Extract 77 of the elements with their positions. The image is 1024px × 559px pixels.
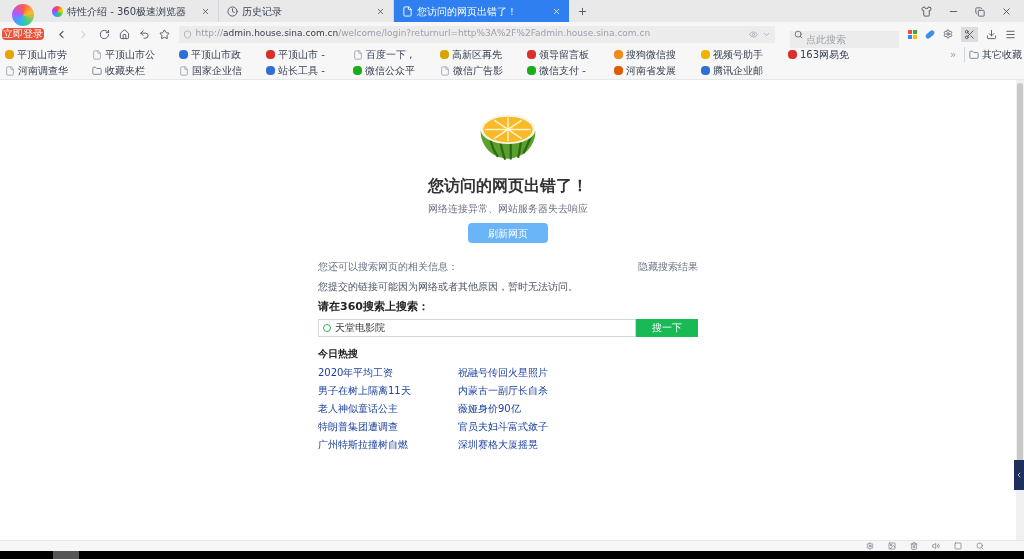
bookmark-item[interactable]: 微信支付 - bbox=[527, 63, 614, 78]
close-icon[interactable] bbox=[1001, 6, 1012, 17]
bookmark-item[interactable]: 腾讯企业邮 bbox=[701, 63, 788, 78]
error-title: 您访问的网页出错了！ bbox=[428, 175, 588, 197]
search-input[interactable]: 天堂电影院 bbox=[318, 318, 636, 337]
bookmark-item[interactable]: 平顶山市公 bbox=[92, 47, 179, 62]
page-icon bbox=[179, 65, 189, 76]
hot-search-link[interactable]: 广州特斯拉撞树自燃 bbox=[318, 436, 458, 452]
bookmark-item[interactable]: 搜狗微信搜 bbox=[614, 47, 701, 62]
screenshot-icon[interactable] bbox=[888, 542, 896, 550]
close-tab-icon[interactable] bbox=[376, 6, 385, 16]
bookmark-item[interactable]: 领导留言板 bbox=[527, 47, 614, 62]
undo-icon[interactable] bbox=[138, 28, 150, 40]
side-panel-tab-icon[interactable] bbox=[1015, 471, 1023, 479]
bookmark-item[interactable]: 收藏夹栏 bbox=[92, 63, 179, 78]
hot-search-link[interactable]: 特朗普集团遭调查 bbox=[318, 418, 458, 434]
error-subtitle: 网络连接异常、网站服务器失去响应 bbox=[428, 202, 588, 216]
bookmark-item[interactable]: 视频号助手 bbox=[701, 47, 788, 62]
skin-icon[interactable] bbox=[921, 6, 932, 17]
bookmark-item[interactable]: 河南省发展 bbox=[614, 63, 701, 78]
bookmark-item[interactable]: 163网易免 bbox=[788, 47, 875, 62]
url-text: http://admin.house.sina.com.cn/welcome/login?returnurl=http%3A%2F%2Fadmin.house.sina.com.cn bbox=[195, 27, 652, 41]
bookmark-item[interactable]: 国家企业信 bbox=[179, 63, 266, 78]
page-icon bbox=[5, 65, 15, 76]
hide-results-link[interactable]: 隐藏搜索结果 bbox=[638, 259, 698, 274]
new-tab-icon[interactable] bbox=[577, 6, 588, 17]
related-heading: 您还可以搜索网页的相关信息： bbox=[318, 260, 458, 274]
hot-search-link[interactable]: 深圳赛格大厦摇晃 bbox=[458, 436, 698, 452]
clock-icon bbox=[227, 5, 238, 17]
reload-icon[interactable] bbox=[98, 28, 110, 40]
reason-text: 您提交的链接可能因为网络或者其他原因，暂时无法访问。 bbox=[318, 280, 579, 294]
page-icon bbox=[92, 49, 102, 60]
bookmark-item[interactable]: 平顶山市 - bbox=[266, 47, 353, 62]
scrollbar[interactable] bbox=[1016, 80, 1024, 540]
other-bookmarks-item[interactable]: 其它收藏 bbox=[964, 47, 1024, 62]
hot-search-link[interactable]: 2020年平均工资 bbox=[318, 364, 458, 380]
hot-search-link[interactable]: 祝融号传回火星照片 bbox=[458, 364, 698, 380]
star-icon[interactable] bbox=[158, 28, 170, 40]
hot-search-link[interactable]: 内蒙古一副厅长自杀 bbox=[458, 382, 698, 398]
hot-heading: 今日热搜 bbox=[318, 346, 359, 361]
bookmark-item[interactable]: 微信广告影 bbox=[440, 63, 527, 78]
pen-icon[interactable] bbox=[924, 28, 936, 40]
bookmark-item[interactable]: 平顶山市政 bbox=[179, 47, 266, 62]
bookmark-item[interactable]: 河南调查华 bbox=[5, 63, 92, 78]
window-icon[interactable] bbox=[954, 542, 962, 550]
browser-tab[interactable]: 您访问的网页出错了！ bbox=[394, 0, 569, 22]
hot-search-link[interactable]: 官员夫妇斗富式敛子 bbox=[458, 418, 698, 434]
clean-icon[interactable] bbox=[910, 542, 918, 550]
logo-icon bbox=[12, 4, 34, 26]
bookmark-item[interactable]: 站长工具 - bbox=[266, 63, 353, 78]
close-tab-icon[interactable] bbox=[201, 6, 210, 16]
login-badge[interactable]: 立即登录 bbox=[2, 28, 44, 40]
search-heading: 请在360搜索上搜索： bbox=[318, 299, 430, 315]
bookmark-item[interactable]: 高新区再先 bbox=[440, 47, 527, 62]
hot-search-link[interactable]: 男子在树上隔离11天 bbox=[318, 382, 458, 398]
search-field[interactable]: 点此搜索 bbox=[789, 30, 899, 48]
zoom-icon[interactable] bbox=[976, 542, 984, 550]
shield-icon bbox=[182, 29, 192, 39]
menu-icon[interactable] bbox=[1005, 28, 1016, 40]
folder-icon bbox=[969, 49, 979, 60]
home-icon[interactable] bbox=[118, 28, 130, 40]
close-tab-icon[interactable] bbox=[552, 6, 561, 16]
apps-icon[interactable] bbox=[908, 29, 917, 39]
hot-search-link[interactable]: 薇娅身价90亿 bbox=[458, 400, 698, 416]
search-icon bbox=[793, 29, 803, 39]
page-icon bbox=[353, 49, 363, 60]
scissors-button[interactable] bbox=[961, 26, 978, 42]
bookmark-item[interactable]: 平顶山市劳 bbox=[5, 47, 92, 62]
hot-search-link[interactable]: 老人神似童话公主 bbox=[318, 400, 458, 416]
sound-icon[interactable] bbox=[932, 542, 940, 550]
bookmark-item[interactable]: 百度一下 , bbox=[353, 47, 440, 62]
folder-icon bbox=[92, 65, 102, 76]
restore-icon[interactable] bbox=[975, 6, 985, 17]
bookmark-item[interactable]: 微信公众平 bbox=[353, 63, 440, 78]
page-icon bbox=[402, 5, 413, 17]
page-icon bbox=[440, 65, 450, 76]
download-icon[interactable] bbox=[986, 28, 997, 40]
